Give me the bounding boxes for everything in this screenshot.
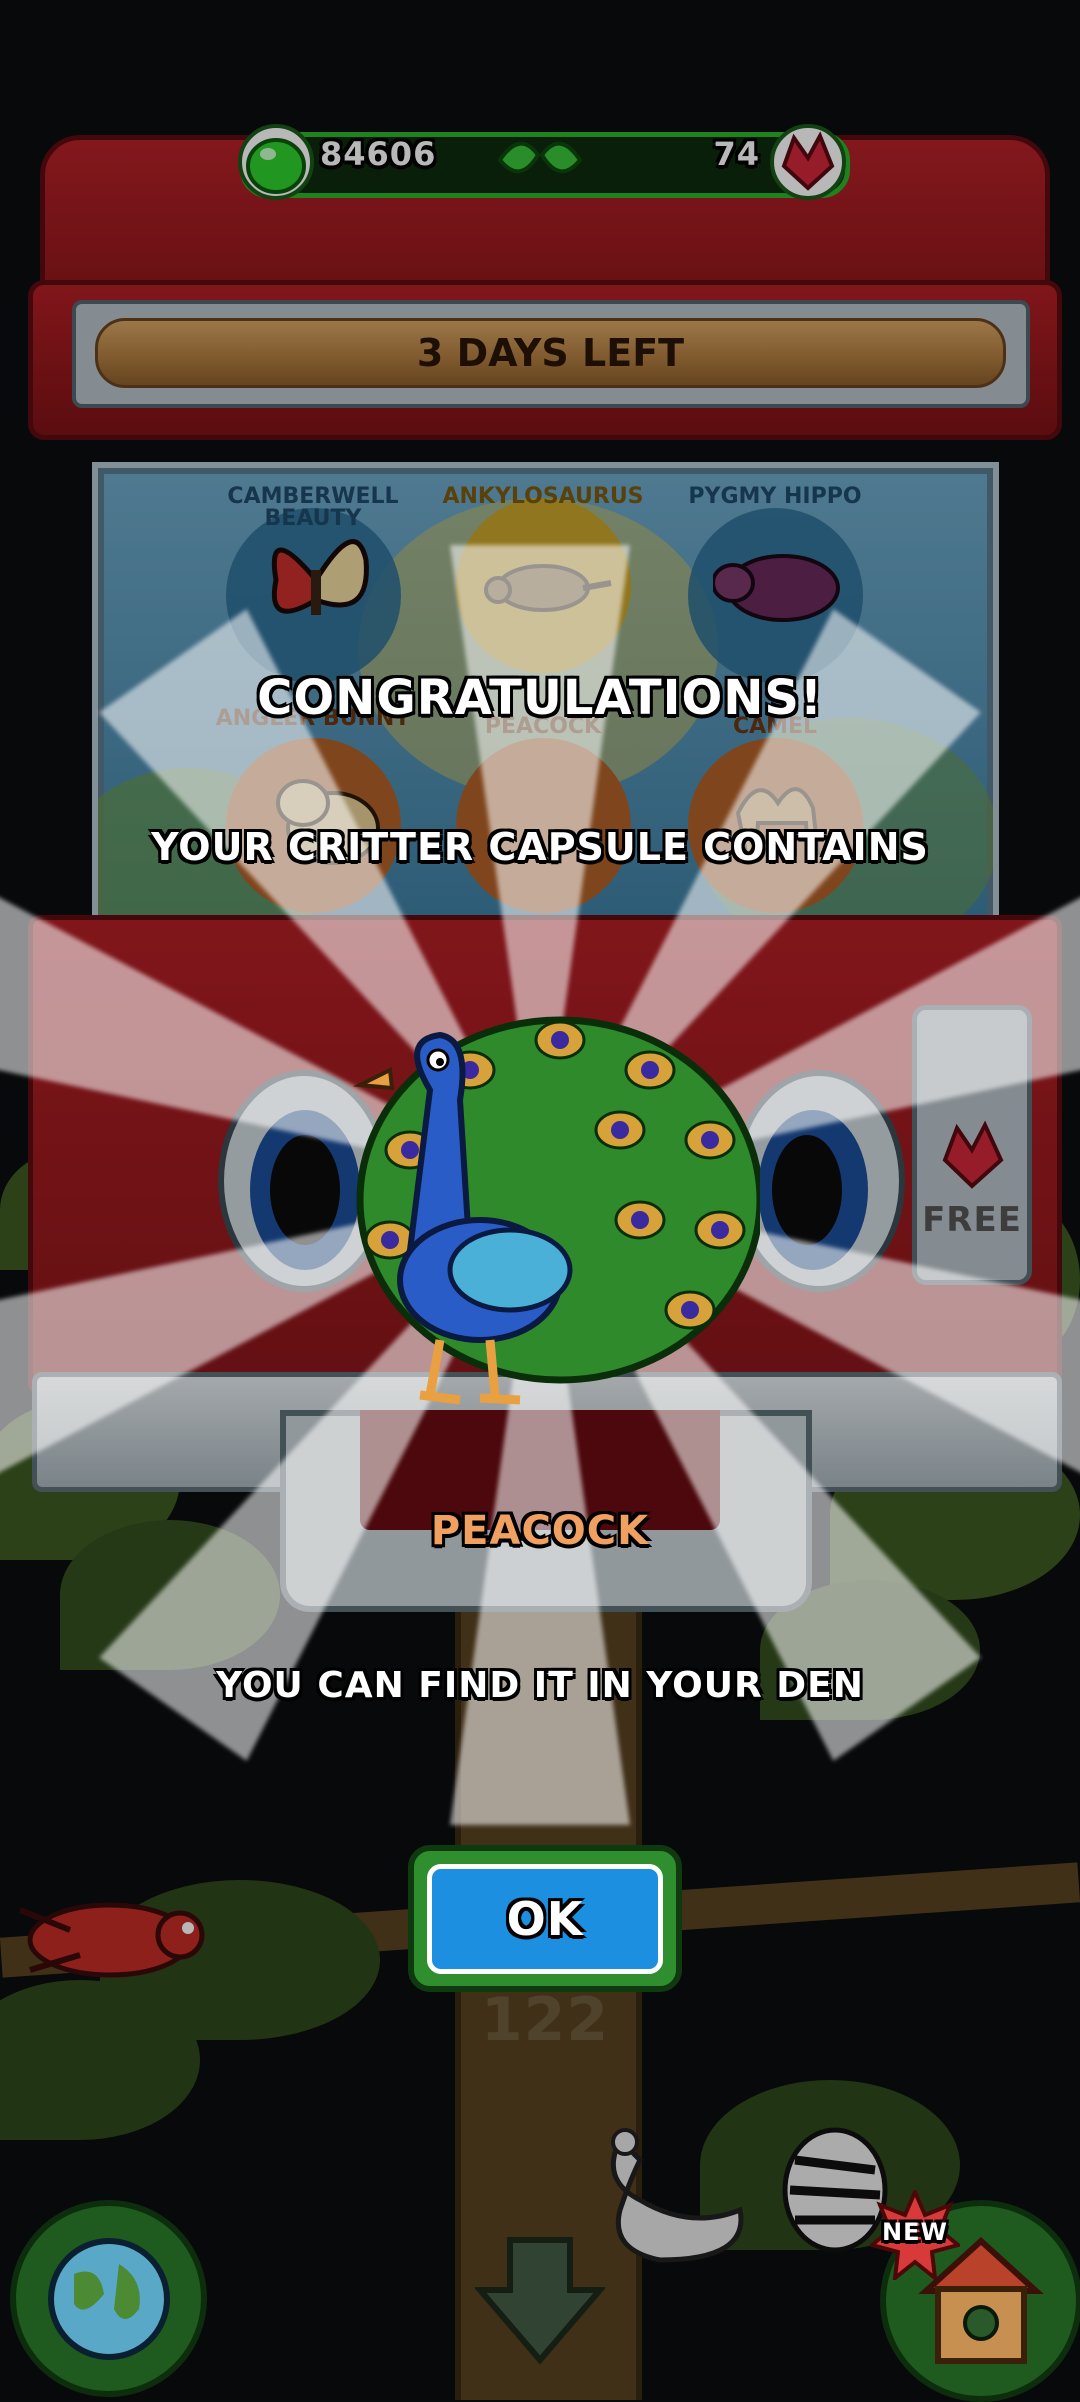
- peacock-icon: [320, 1000, 764, 1420]
- new-badge: NEW: [867, 2186, 963, 2283]
- down-arrow-button[interactable]: [473, 2230, 607, 2370]
- congratulations-title: CONGRATULATIONS!: [257, 670, 823, 726]
- world-map-button[interactable]: [10, 2200, 207, 2397]
- reward-info-text: YOU CAN FIND IT IN YOUR DEN: [216, 1665, 864, 1706]
- reward-critter-name: PEACOCK: [430, 1508, 650, 1554]
- ok-button[interactable]: OK: [408, 1845, 682, 1992]
- globe-icon: [44, 2234, 174, 2364]
- ok-button-label: OK: [427, 1863, 663, 1974]
- capsule-contains-subtitle: YOUR CRITTER CAPSULE CONTAINS: [151, 825, 929, 869]
- new-badge-label: NEW: [882, 2218, 948, 2246]
